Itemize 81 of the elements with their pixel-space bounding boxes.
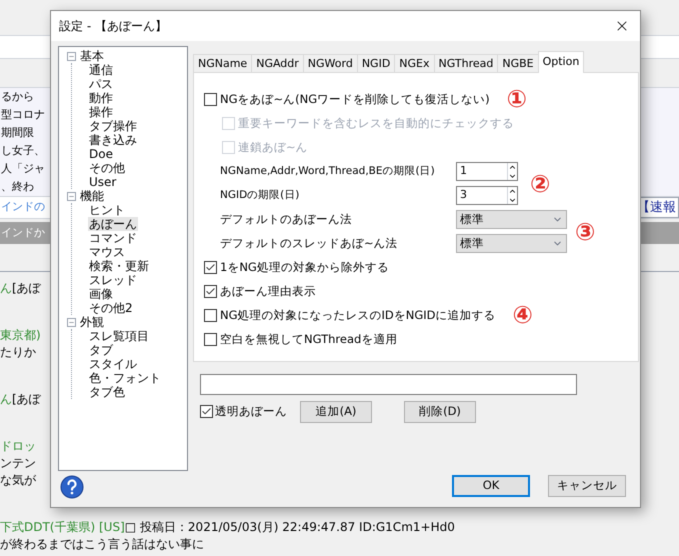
tree-item[interactable]: 機能	[80, 189, 104, 203]
option-label: NGIDの期限(日)	[220, 188, 300, 203]
post-text: □ 投稿日：2021/05/03(月) 22:49:47.87 ID:G1Cm1+Hd0	[124, 519, 455, 536]
collapse-icon[interactable]	[67, 52, 76, 60]
text-field[interactable]	[200, 374, 577, 395]
spin-field[interactable]: 3	[456, 186, 518, 205]
option-label: 透明あぼーん	[215, 402, 287, 420]
post-text: な気が	[0, 472, 36, 489]
collapse-icon[interactable]	[67, 318, 76, 326]
add-button[interactable]: 追加(A)	[300, 400, 372, 422]
check-icon	[205, 262, 216, 273]
post-text: が終わるまではこう言う話はない事に	[0, 536, 204, 553]
tab[interactable]: Option	[538, 51, 584, 73]
tree-item[interactable]: スレ覧項目	[88, 329, 150, 343]
window-title: 設定 - 【あぼーん】	[59, 18, 167, 35]
tree-item[interactable]: スタイル	[88, 357, 138, 371]
option-label: 連鎖あぼ~ん	[238, 138, 308, 156]
option-label: デフォルトのあぼーん法	[220, 210, 353, 228]
tree-item[interactable]: その他	[88, 161, 126, 175]
tree-item[interactable]: 検索・更新	[88, 259, 150, 273]
post-text: ん	[0, 391, 12, 408]
checkbox[interactable]	[204, 333, 217, 346]
tree-item[interactable]: 操作	[88, 105, 114, 119]
news-link[interactable]: インドの	[0, 199, 45, 216]
option-label: 重要キーワードを含むレスを自動的にチェックする	[238, 114, 514, 132]
checkbox[interactable]	[204, 309, 217, 322]
dropdown[interactable]: 標準	[456, 210, 567, 229]
checkbox[interactable]	[200, 405, 213, 418]
annotation-number: ①	[506, 85, 527, 113]
tree-item[interactable]: ヒント	[88, 203, 126, 217]
post-text: ドロッ	[0, 438, 36, 455]
annotation-number: ④	[512, 301, 533, 329]
check-icon	[205, 286, 216, 297]
help-icon[interactable]	[60, 475, 84, 499]
tree-item[interactable]: タブ	[88, 343, 114, 357]
tree-item[interactable]: タブ色	[88, 385, 126, 399]
tree-item[interactable]: 書き込み	[88, 133, 138, 147]
tree-item[interactable]: パス	[88, 77, 114, 91]
tree-item[interactable]: 基本	[80, 49, 104, 63]
tree-item[interactable]: コマンド	[88, 231, 138, 245]
annotation-number: ③	[575, 218, 596, 246]
tab[interactable]: NGName	[193, 54, 252, 73]
option-label: NGをあぼ~ん(NGワードを削除しても復活しない)	[220, 90, 490, 108]
tree-item[interactable]: あぼーん	[88, 217, 138, 231]
spin-field[interactable]: 1	[456, 162, 518, 181]
option-label: 空白を無視してNGThreadを適用	[220, 330, 398, 348]
delete-button[interactable]: 削除(D)	[404, 400, 476, 422]
tree-item[interactable]: マウス	[88, 245, 126, 259]
option-label: デフォルトのスレッドあぼ~ん法	[220, 234, 399, 252]
tree-item[interactable]: 動作	[88, 91, 114, 105]
checkbox[interactable]	[204, 285, 217, 298]
spin-up-icon[interactable]	[508, 187, 517, 196]
collapse-icon[interactable]	[67, 192, 76, 200]
post-text: 下式DDT(千葉県) [US]	[0, 519, 125, 536]
checkbox[interactable]	[204, 93, 217, 106]
tree-item[interactable]: スレッド	[88, 273, 138, 287]
tree-item[interactable]: User	[88, 175, 118, 189]
option-label: 1をNG処理の対象から除外する	[220, 258, 389, 276]
tree-item[interactable]: 色・フォント	[88, 371, 162, 385]
tree-item[interactable]: 画像	[88, 287, 114, 301]
tree-item[interactable]: タブ操作	[88, 119, 138, 133]
option-label: NG処理の対象になったレスのIDをNGIDに追加する	[220, 306, 496, 324]
tree-item[interactable]: Doe	[88, 147, 114, 161]
checkbox[interactable]	[204, 261, 217, 274]
tree-item[interactable]: 外観	[80, 315, 104, 329]
post-text: ンテン	[0, 455, 36, 472]
option-label: あぼーん理由表示	[220, 282, 316, 300]
post-text: ん	[0, 280, 12, 297]
spin-up-icon[interactable]	[508, 163, 517, 172]
tree-item[interactable]: 通信	[88, 63, 114, 77]
cancel-button[interactable]: キャンセル	[548, 475, 626, 497]
post-text: たりか	[0, 344, 36, 361]
tree-item[interactable]: その他2	[88, 301, 134, 315]
check-icon	[201, 406, 212, 417]
annotation-number: ②	[530, 170, 550, 198]
post-text: [あぼ	[12, 391, 41, 408]
post-text: [あぼ	[12, 280, 41, 297]
dropdown[interactable]: 標準	[456, 234, 567, 253]
ok-button[interactable]: OK	[452, 475, 530, 497]
option-label: NGName,Addr,Word,Thread,BEの期限(日)	[220, 164, 436, 179]
post-text: 東京都)	[0, 327, 41, 344]
